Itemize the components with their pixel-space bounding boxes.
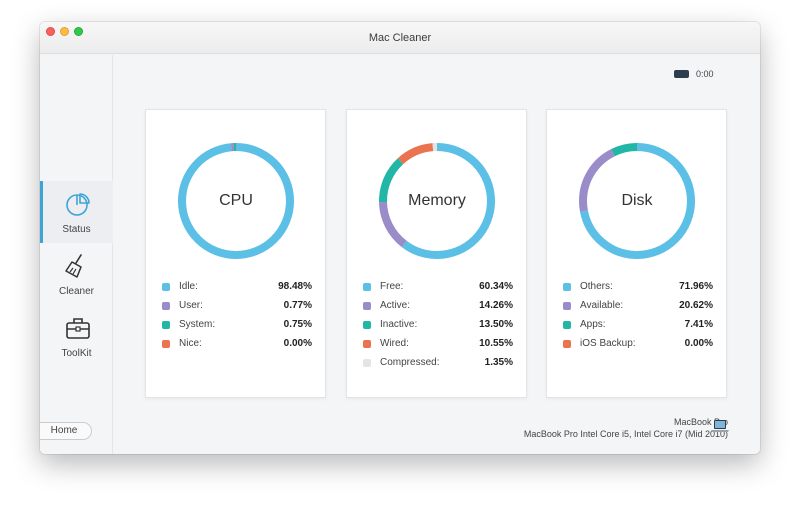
- battery-icon: [674, 70, 689, 78]
- legend-swatch: [162, 283, 170, 291]
- legend-row: Active: 14.26%: [363, 299, 513, 318]
- legend-value: 0.77%: [283, 300, 312, 311]
- legend-swatch: [563, 321, 571, 329]
- legend-row: Compressed: 1.35%: [363, 356, 513, 375]
- home-button[interactable]: Home: [40, 422, 92, 440]
- sidebar-item-toolkit[interactable]: ToolKit: [40, 305, 113, 367]
- legend-value: 98.48%: [278, 281, 312, 292]
- legend-swatch: [162, 302, 170, 310]
- legend-row: Wired: 10.55%: [363, 337, 513, 356]
- legend-swatch: [363, 321, 371, 329]
- legend-value: 71.96%: [679, 281, 713, 292]
- legend-row: Inactive: 13.50%: [363, 318, 513, 337]
- legend-swatch: [563, 283, 571, 291]
- legend-label: iOS Backup:: [580, 338, 636, 349]
- legend-value: 1.35%: [484, 357, 513, 368]
- laptop-icon: [711, 420, 729, 432]
- legend-label: User:: [179, 300, 203, 311]
- battery-time: 0:00: [696, 69, 714, 79]
- legend-swatch: [162, 340, 170, 348]
- legend-row: iOS Backup: 0.00%: [563, 337, 713, 356]
- card-title: CPU: [219, 192, 253, 209]
- memory-card: Memory Free: 60.34% Active: 14.26% Inactive:…: [346, 109, 527, 398]
- legend-label: System:: [179, 319, 216, 330]
- legend-value: 0.00%: [283, 338, 312, 349]
- toolbox-icon: [66, 318, 90, 339]
- legend-row: Available: 20.62%: [563, 299, 713, 318]
- window-title: Mac Cleaner: [368, 32, 432, 44]
- sidebar-item-label: ToolKit: [61, 348, 92, 359]
- legend-label: Apps:: [580, 319, 606, 330]
- legend-value: 14.26%: [479, 300, 513, 311]
- legend-row: User: 0.77%: [162, 299, 312, 318]
- sidebar-item-status[interactable]: Status: [40, 181, 113, 243]
- legend-swatch: [363, 302, 371, 310]
- legend-label: Free:: [380, 281, 404, 292]
- legend-label: Inactive:: [380, 319, 418, 330]
- legend-swatch: [563, 340, 571, 348]
- legend-label: Nice:: [179, 338, 202, 349]
- card-title: Memory: [408, 192, 466, 209]
- legend-label: Wired:: [380, 338, 409, 349]
- legend-label: Active:: [380, 300, 411, 311]
- legend-row: Free: 60.34%: [363, 280, 513, 299]
- legend-label: Compressed:: [380, 357, 440, 368]
- pie-chart-icon: [66, 193, 90, 216]
- legend: Free: 60.34% Active: 14.26% Inactive: 13.50% W…: [363, 280, 513, 375]
- sidebar-item-label: Cleaner: [58, 286, 95, 297]
- legend: Others: 71.96% Available: 20.62% Apps: 7.41% i…: [563, 280, 713, 356]
- legend-row: Idle: 98.48%: [162, 280, 312, 299]
- cpu-card: CPU Idle: 98.48% User: 0.77% System: 0.75% Nic…: [145, 109, 326, 398]
- legend-value: 7.41%: [684, 319, 713, 330]
- legend-swatch: [563, 302, 571, 310]
- sidebar: Status Cleaner ToolKit: [40, 55, 113, 454]
- machine-name: MacBook Pro: [673, 417, 728, 427]
- machine-info: MacBook Pro MacBook Pro Intel Core i5, I…: [524, 416, 728, 440]
- legend-swatch: [363, 359, 371, 367]
- app-window: Mac Cleaner Status Cleaner ToolKit Home …: [40, 22, 760, 454]
- legend-label: Others:: [580, 281, 613, 292]
- legend: Idle: 98.48% User: 0.77% System: 0.75% Nice: 0.…: [162, 280, 312, 356]
- legend-row: Apps: 7.41%: [563, 318, 713, 337]
- legend-value: 20.62%: [679, 300, 713, 311]
- legend-swatch: [162, 321, 170, 329]
- legend-swatch: [363, 283, 371, 291]
- legend-row: Nice: 0.00%: [162, 337, 312, 356]
- title-bar: Mac Cleaner: [40, 22, 760, 54]
- sidebar-item-label: Status: [62, 224, 91, 235]
- broom-icon: [65, 254, 82, 278]
- legend-value: 0.75%: [283, 319, 312, 330]
- legend-label: Available:: [580, 300, 624, 311]
- card-title: Disk: [621, 192, 653, 209]
- legend-label: Idle:: [179, 281, 198, 292]
- legend-swatch: [363, 340, 371, 348]
- sidebar-item-cleaner[interactable]: Cleaner: [40, 243, 113, 305]
- legend-value: 60.34%: [479, 281, 513, 292]
- legend-value: 0.00%: [684, 338, 713, 349]
- legend-row: Others: 71.96%: [563, 280, 713, 299]
- legend-row: System: 0.75%: [162, 318, 312, 337]
- machine-model: MacBook Pro Intel Core i5, Intel Core i7…: [523, 429, 728, 439]
- disk-card: Disk Others: 71.96% Available: 20.62% Apps: 7…: [546, 109, 727, 398]
- legend-value: 10.55%: [479, 338, 513, 349]
- legend-value: 13.50%: [479, 319, 513, 330]
